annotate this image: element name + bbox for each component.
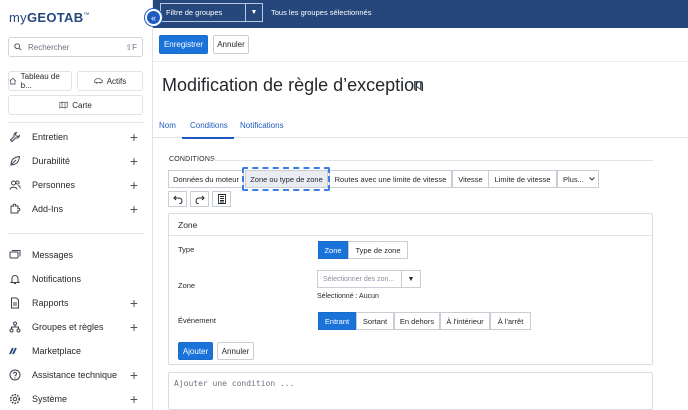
conditions-heading: CONDITIONS bbox=[169, 156, 215, 163]
sidebar: myGEOTAB™ Rechercher ⇧F Tableau de b... … bbox=[0, 0, 153, 410]
event-option-a-larret[interactable]: À l'arrêt bbox=[490, 312, 531, 330]
cancel-button[interactable]: Annuler bbox=[213, 35, 249, 54]
add-icon[interactable]: + bbox=[126, 391, 142, 407]
event-option-sortant[interactable]: Sortant bbox=[356, 312, 394, 330]
quick-map-button[interactable]: Carte bbox=[8, 95, 143, 115]
tab-bar: Nom Conditions Notifications bbox=[153, 116, 688, 138]
double-chevron-left-icon: « bbox=[150, 12, 156, 23]
bookmark-icon[interactable] bbox=[414, 81, 421, 90]
sidebar-item-assistance-technique[interactable]: Assistance technique + bbox=[0, 364, 153, 386]
home-icon bbox=[9, 77, 17, 85]
search-icon bbox=[14, 43, 22, 51]
event-option-a-linterieur[interactable]: À l'intérieur bbox=[440, 312, 490, 330]
add-icon[interactable]: + bbox=[126, 153, 142, 169]
toolbar: Enregistrer Annuler bbox=[153, 28, 688, 62]
zone-selection-status: Sélectionné : Aucun bbox=[317, 293, 379, 300]
vehicle-icon bbox=[94, 78, 103, 84]
undo-button[interactable] bbox=[168, 191, 187, 207]
map-icon bbox=[59, 101, 68, 109]
add-icon[interactable]: + bbox=[126, 319, 142, 335]
sidebar-divider bbox=[8, 233, 145, 234]
add-condition-input[interactable]: Ajouter une condition ... bbox=[168, 372, 653, 410]
redo-icon bbox=[195, 195, 205, 204]
sidebar-item-systeme[interactable]: Système + bbox=[0, 388, 153, 410]
zone-select-dropdown-button[interactable]: ▼ bbox=[401, 270, 421, 288]
people-icon bbox=[9, 179, 21, 191]
event-label: Événement bbox=[178, 316, 216, 325]
redo-button[interactable] bbox=[190, 191, 209, 207]
page-title: Modification de règle d’exception bbox=[162, 75, 425, 95]
tab-notifications[interactable]: Notifications bbox=[240, 121, 284, 130]
add-icon[interactable]: + bbox=[126, 295, 142, 311]
sidebar-item-messages[interactable]: Messages bbox=[0, 244, 153, 266]
marketplace-icon bbox=[9, 345, 21, 357]
sidebar-item-notifications[interactable]: Notifications bbox=[0, 268, 153, 290]
group-status-text: Tous les groupes sélectionnés bbox=[271, 8, 372, 17]
search-shortcut: ⇧F bbox=[125, 42, 137, 52]
gear-icon bbox=[9, 393, 21, 405]
sidebar-item-marketplace[interactable]: Marketplace bbox=[0, 340, 153, 362]
zone-panel-title: Zone bbox=[169, 214, 652, 236]
zone-label: Zone bbox=[178, 281, 196, 290]
report-icon bbox=[9, 297, 21, 309]
event-option-en-dehors[interactable]: En dehors bbox=[394, 312, 440, 330]
undo-icon bbox=[172, 195, 182, 204]
document-icon bbox=[217, 194, 226, 204]
collapse-sidebar-button[interactable]: « bbox=[145, 9, 162, 26]
focus-ring bbox=[242, 167, 330, 191]
event-option-entrant[interactable]: Entrant bbox=[318, 312, 356, 330]
cancel-condition-button[interactable]: Annuler bbox=[217, 342, 254, 360]
top-bar: Filtre de groupes ▼ Tous les groupes sél… bbox=[153, 0, 688, 28]
conditions-divider bbox=[213, 160, 653, 161]
group-filter-dropdown-button[interactable]: ▼ bbox=[245, 3, 263, 22]
messages-icon bbox=[9, 249, 21, 261]
bell-icon bbox=[9, 273, 21, 285]
sidebar-item-add-ins[interactable]: Add-Ins + bbox=[0, 198, 153, 220]
chip-engine-data[interactable]: Données du moteur bbox=[168, 170, 244, 188]
sidebar-item-durabilite[interactable]: Durabilité + bbox=[0, 150, 153, 172]
groups-icon bbox=[9, 321, 21, 333]
sidebar-item-personnes[interactable]: Personnes + bbox=[0, 174, 153, 196]
tab-conditions[interactable]: Conditions bbox=[190, 121, 228, 130]
help-icon bbox=[9, 369, 21, 381]
type-option-zone[interactable]: Zone bbox=[318, 241, 348, 259]
zone-select-input[interactable]: Sélectionner des zon... bbox=[317, 270, 401, 288]
tab-nom[interactable]: Nom bbox=[159, 121, 176, 130]
mygeotab-logo[interactable]: myGEOTAB™ bbox=[9, 10, 90, 25]
add-icon[interactable]: + bbox=[126, 129, 142, 145]
quick-dashboard-button[interactable]: Tableau de b... bbox=[8, 71, 72, 91]
save-button[interactable]: Enregistrer bbox=[159, 35, 208, 54]
search-input[interactable]: Rechercher ⇧F bbox=[8, 37, 143, 57]
add-icon[interactable]: + bbox=[126, 367, 142, 383]
leaf-icon bbox=[9, 155, 21, 167]
sidebar-divider bbox=[8, 122, 145, 123]
chip-more-dropdown[interactable]: Plus... bbox=[557, 170, 599, 188]
quick-assets-button[interactable]: Actifs bbox=[77, 71, 143, 91]
chip-speed-limit[interactable]: Limite de vitesse bbox=[488, 170, 557, 188]
add-icon[interactable]: + bbox=[126, 201, 142, 217]
caret-down-icon: ▼ bbox=[407, 275, 415, 283]
sidebar-item-entretien[interactable]: Entretien + bbox=[0, 126, 153, 148]
type-label: Type bbox=[178, 245, 195, 254]
document-button[interactable] bbox=[212, 191, 231, 207]
add-condition-confirm-button[interactable]: Ajouter bbox=[178, 342, 213, 360]
sidebar-item-rapports[interactable]: Rapports + bbox=[0, 292, 153, 314]
puzzle-icon bbox=[9, 203, 21, 215]
chip-speed[interactable]: Vitesse bbox=[452, 170, 489, 188]
active-tab-indicator bbox=[182, 137, 234, 139]
wrench-icon bbox=[9, 131, 21, 143]
search-placeholder: Rechercher bbox=[28, 42, 70, 52]
chevron-down-icon bbox=[589, 177, 595, 181]
chip-roads-speed-limit[interactable]: Routes avec une limite de vitesse bbox=[329, 170, 452, 188]
type-option-zone-type[interactable]: Type de zone bbox=[348, 241, 408, 259]
sidebar-item-groupes-et-regles[interactable]: Groupes et règles + bbox=[0, 316, 153, 338]
caret-down-icon: ▼ bbox=[250, 9, 258, 16]
add-icon[interactable]: + bbox=[126, 177, 142, 193]
